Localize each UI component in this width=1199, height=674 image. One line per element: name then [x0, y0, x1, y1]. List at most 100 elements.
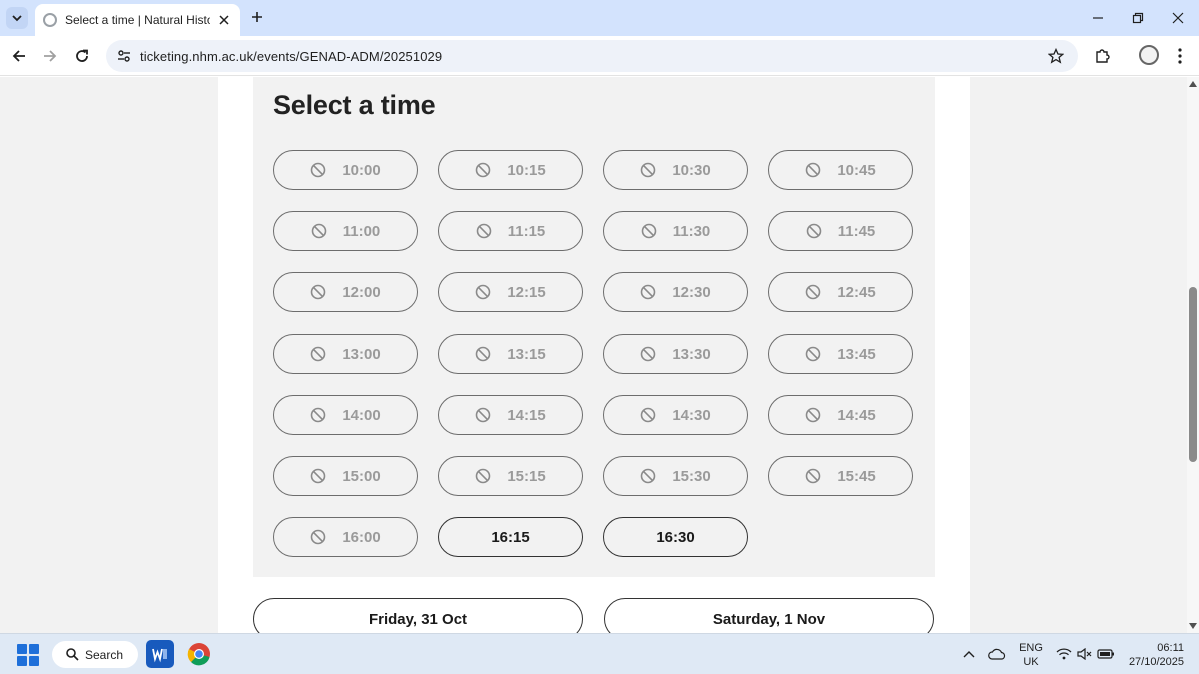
time-slot-label: 15:30 [672, 467, 711, 485]
clock-time: 06:11 [1157, 642, 1184, 654]
time-slot-button[interactable]: 11:45 [768, 211, 913, 251]
word-app-icon[interactable] [146, 640, 174, 668]
time-slot-button[interactable]: 12:30 [603, 272, 748, 312]
browser-toolbar: ticketing.nhm.ac.uk/events/GENAD-ADM/202… [0, 36, 1199, 76]
vertical-scrollbar[interactable] [1187, 77, 1199, 633]
active-tab[interactable]: Select a time | Natural History M [35, 4, 240, 36]
start-button[interactable] [17, 644, 39, 666]
unavailable-ban-icon [476, 468, 491, 484]
time-slot-button[interactable]: 13:00 [273, 334, 418, 374]
time-slot-label: 11:30 [672, 222, 711, 240]
windows-logo-tile [29, 656, 39, 666]
url-text: ticketing.nhm.ac.uk/events/GENAD-ADM/202… [140, 48, 443, 64]
time-slot-button[interactable]: 12:45 [768, 272, 913, 312]
restore-button[interactable] [1128, 8, 1148, 28]
time-slot-button[interactable]: 14:00 [273, 395, 418, 435]
time-slot-label: 15:00 [342, 467, 381, 485]
time-slot-button[interactable]: 15:15 [438, 456, 583, 496]
globe-icon [43, 13, 57, 27]
time-selection-panel: Select a time 10:00 10:15 10:30 10:45 11:00 1… [253, 77, 935, 577]
time-slot-button[interactable]: 10:30 [603, 150, 748, 190]
unavailable-ban-icon [311, 284, 326, 300]
time-slot-button[interactable]: 13:30 [603, 334, 748, 374]
time-slot-label: 14:15 [507, 406, 546, 424]
time-slot-label: 10:15 [507, 161, 546, 179]
windows-logo-tile [17, 644, 27, 654]
input-language[interactable]: ENG UK [1015, 641, 1047, 669]
time-slot-button[interactable]: 15:00 [273, 456, 418, 496]
time-slot-button[interactable]: 13:45 [768, 334, 913, 374]
unavailable-ban-icon [311, 162, 326, 178]
tab-search-button[interactable] [6, 7, 28, 29]
site-settings-icon[interactable] [114, 46, 134, 66]
tab-close-button[interactable] [216, 12, 232, 28]
scroll-up-arrow-icon[interactable] [1189, 80, 1197, 88]
unavailable-ban-icon [806, 223, 822, 239]
unavailable-ban-icon [641, 162, 656, 178]
windows-logo-tile [17, 656, 27, 666]
chrome-app-icon[interactable] [185, 640, 213, 668]
chevron-up-icon[interactable] [959, 645, 979, 663]
time-slot-label: 15:15 [507, 467, 546, 485]
new-tab-button[interactable] [247, 7, 267, 27]
time-slot-label: 11:00 [342, 222, 381, 240]
time-slot-label: 10:00 [342, 161, 381, 179]
unavailable-ban-icon [641, 223, 657, 239]
menu-button[interactable] [1169, 45, 1191, 67]
time-slot-button[interactable]: 13:15 [438, 334, 583, 374]
address-bar[interactable]: ticketing.nhm.ac.uk/events/GENAD-ADM/202… [106, 40, 1078, 72]
more-vertical-icon [1178, 48, 1182, 64]
tab-strip: Select a time | Natural History M [0, 0, 1199, 36]
time-slot-label: 16:15 [491, 528, 530, 546]
time-slot-button[interactable]: 10:45 [768, 150, 913, 190]
time-slot-label: 12:15 [507, 283, 546, 301]
time-slot-button[interactable]: 12:15 [438, 272, 583, 312]
time-slot-button[interactable]: 12:00 [273, 272, 418, 312]
time-slot-button[interactable]: 14:30 [603, 395, 748, 435]
restore-icon [1132, 12, 1144, 24]
profile-avatar[interactable] [1139, 45, 1159, 65]
time-slot-button[interactable]: 10:00 [273, 150, 418, 190]
time-slot-button[interactable]: 10:15 [438, 150, 583, 190]
minimize-button[interactable] [1088, 8, 1108, 28]
unavailable-ban-icon [476, 162, 491, 178]
time-slot-button[interactable]: 16:15 [438, 517, 583, 557]
speaker-muted-icon[interactable] [1075, 645, 1095, 663]
time-slot-button[interactable]: 11:00 [273, 211, 418, 251]
time-slot-button[interactable]: 16:30 [603, 517, 748, 557]
wifi-icon[interactable] [1054, 645, 1074, 663]
unavailable-ban-icon [311, 468, 326, 484]
time-slot-label: 14:45 [837, 406, 876, 424]
scrollbar-thumb[interactable] [1189, 287, 1197, 462]
time-slot-button[interactable]: 14:15 [438, 395, 583, 435]
extensions-button[interactable] [1091, 45, 1113, 67]
time-slot-button[interactable]: 11:15 [438, 211, 583, 251]
windows-logo-tile [29, 644, 39, 654]
system-clock[interactable]: 06:11 27/10/2025 [1120, 641, 1184, 669]
unavailable-ban-icon [311, 223, 327, 239]
onedrive-cloud-icon[interactable] [987, 645, 1007, 663]
puzzle-icon [1096, 49, 1110, 63]
reload-icon [76, 49, 88, 62]
day-button-saturday[interactable]: Saturday, 1 Nov [604, 598, 934, 633]
scroll-down-arrow-icon[interactable] [1189, 622, 1197, 630]
time-slot-label: 16:00 [342, 528, 381, 546]
unavailable-ban-icon [806, 162, 821, 178]
close-window-button[interactable] [1168, 8, 1188, 28]
taskbar-search[interactable]: Search [52, 641, 138, 668]
unavailable-ban-icon [641, 407, 656, 423]
reload-button[interactable] [71, 45, 93, 67]
time-slot-label: 13:30 [672, 345, 711, 363]
battery-icon[interactable] [1096, 645, 1116, 663]
day-button-friday[interactable]: Friday, 31 Oct [253, 598, 583, 633]
arrow-right-icon [44, 50, 57, 62]
time-slot-button[interactable]: 16:00 [273, 517, 418, 557]
time-slot-button[interactable]: 15:45 [768, 456, 913, 496]
time-slot-button[interactable]: 14:45 [768, 395, 913, 435]
unavailable-ban-icon [806, 284, 821, 300]
back-button[interactable] [8, 45, 30, 67]
forward-button[interactable] [39, 45, 61, 67]
time-slot-button[interactable]: 15:30 [603, 456, 748, 496]
time-slot-button[interactable]: 11:30 [603, 211, 748, 251]
bookmark-star-icon[interactable] [1046, 46, 1066, 66]
